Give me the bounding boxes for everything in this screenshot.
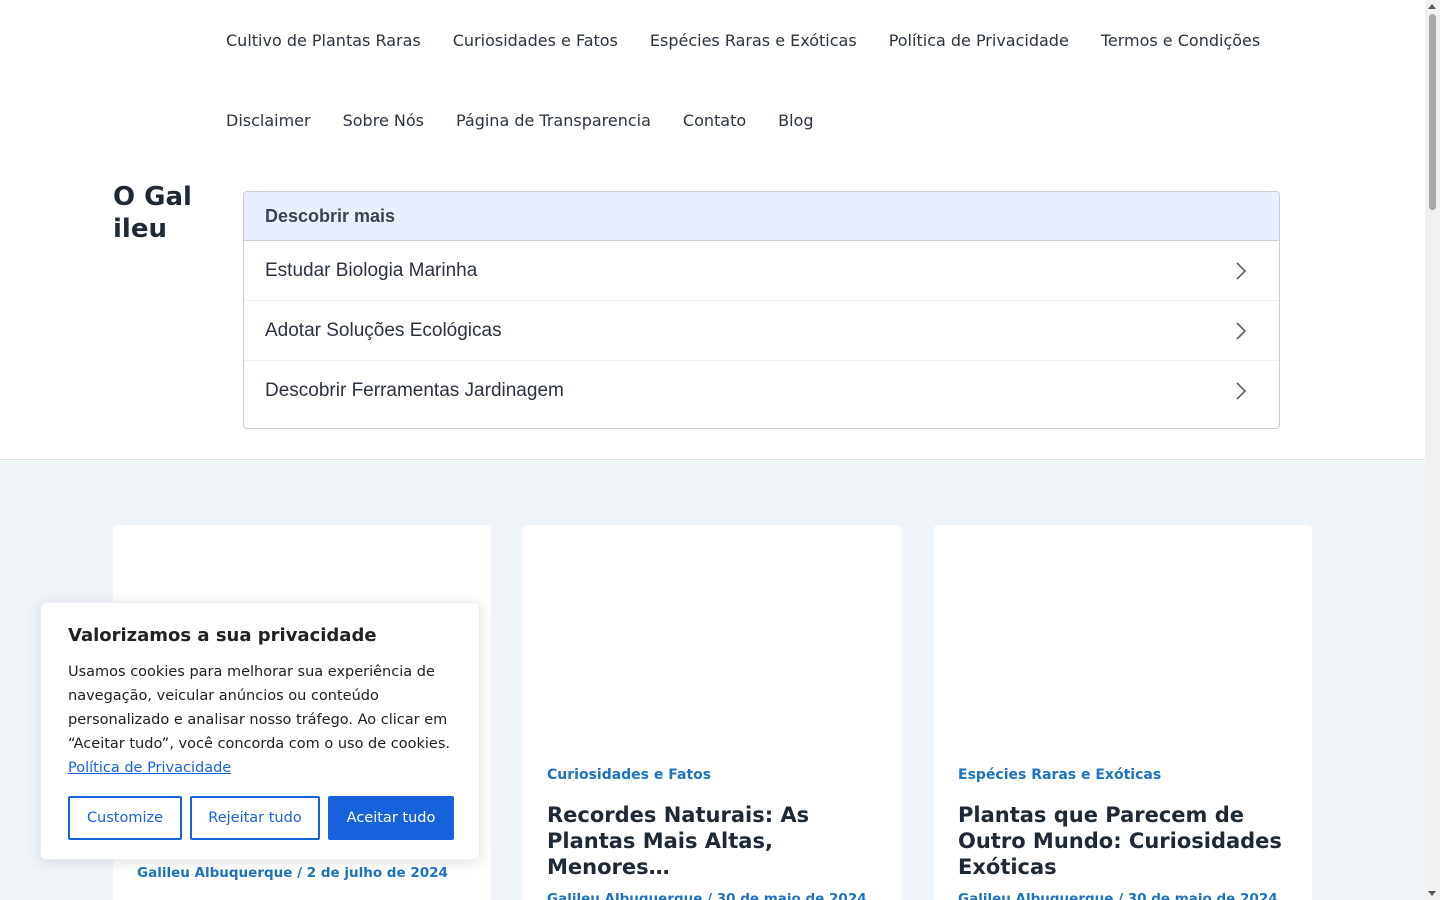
post-meta[interactable]: Galileu Albuquerque / 30 de maio de 2024 xyxy=(547,891,867,900)
nav-link-curiosidades[interactable]: Curiosidades e Fatos xyxy=(437,31,634,50)
site-title[interactable]: O Galileu xyxy=(113,181,193,245)
discover-item[interactable]: Adotar Soluções Ecológicas xyxy=(244,301,1279,361)
post-title[interactable]: Plantas que Parecem de Outro Mundo: Curi… xyxy=(958,802,1288,880)
post-card[interactable]: Espécies Raras e Exóticas Plantas que Pa… xyxy=(934,525,1312,900)
nav-link-disclaimer[interactable]: Disclaimer xyxy=(210,111,327,130)
discover-header: Descobrir mais xyxy=(244,192,1279,241)
discover-item-label: Adotar Soluções Ecológicas xyxy=(265,319,502,341)
cookie-description: Usamos cookies para melhorar sua experiê… xyxy=(68,664,451,752)
primary-nav-row-2: Disclaimer Sobre Nós Página de Transpare… xyxy=(210,80,830,160)
discover-item-label: Descobrir Ferramentas Jardinagem xyxy=(265,380,564,401)
nav-link-cultivo[interactable]: Cultivo de Plantas Raras xyxy=(210,31,437,50)
chevron-right-icon xyxy=(1233,261,1249,281)
chevron-right-icon xyxy=(1233,381,1249,401)
reject-all-button[interactable]: Rejeitar tudo xyxy=(190,796,320,840)
scroll-down-arrow-icon[interactable] xyxy=(1428,891,1436,896)
nav-link-especies[interactable]: Espécies Raras e Exóticas xyxy=(634,31,873,50)
discover-item[interactable]: Estudar Biologia Marinha xyxy=(244,241,1279,301)
cookie-consent-banner: Valorizamos a sua privacidade Usamos coo… xyxy=(40,602,480,860)
nav-link-privacidade[interactable]: Política de Privacidade xyxy=(873,31,1085,50)
post-category[interactable]: Espécies Raras e Exóticas xyxy=(958,767,1161,783)
cookie-text: Usamos cookies para melhorar sua experiê… xyxy=(68,660,463,780)
nav-link-sobre[interactable]: Sobre Nós xyxy=(327,111,440,130)
customize-button[interactable]: Customize xyxy=(68,796,182,840)
accept-all-button[interactable]: Aceitar tudo xyxy=(328,796,454,840)
site-header: O Galileu Cultivo de Plantas Raras Curio… xyxy=(0,0,1425,460)
nav-link-contato[interactable]: Contato xyxy=(667,111,762,130)
post-meta[interactable]: Galileu Albuquerque / 2 de julho de 2024 xyxy=(137,865,448,881)
page-scrollbar[interactable] xyxy=(1425,0,1440,900)
discover-item-label: Estudar Biologia Marinha xyxy=(265,259,478,281)
scroll-up-arrow-icon[interactable] xyxy=(1428,4,1436,9)
nav-link-termos[interactable]: Termos e Condições xyxy=(1085,31,1276,50)
discover-item[interactable]: Descobrir Ferramentas Jardinagem xyxy=(244,361,1279,421)
post-category[interactable]: Curiosidades e Fatos xyxy=(547,767,711,783)
cookie-title: Valorizamos a sua privacidade xyxy=(68,625,377,646)
privacy-policy-link[interactable]: Política de Privacidade xyxy=(68,760,231,776)
nav-link-blog[interactable]: Blog xyxy=(762,111,829,130)
primary-nav-row-1: Cultivo de Plantas Raras Curiosidades e … xyxy=(210,0,1276,80)
post-meta[interactable]: Galileu Albuquerque / 30 de maio de 2024 xyxy=(958,891,1278,900)
scrollbar-thumb[interactable] xyxy=(1429,14,1436,210)
chevron-right-icon xyxy=(1233,321,1249,341)
discover-title: Descobrir mais xyxy=(265,205,396,226)
discover-more-box: Descobrir mais Estudar Biologia Marinha … xyxy=(243,191,1280,429)
nav-link-transparencia[interactable]: Página de Transparencia xyxy=(440,111,667,130)
post-title[interactable]: Recordes Naturais: As Plantas Mais Altas… xyxy=(547,802,877,880)
post-card[interactable]: Curiosidades e Fatos Recordes Naturais: … xyxy=(523,525,901,900)
